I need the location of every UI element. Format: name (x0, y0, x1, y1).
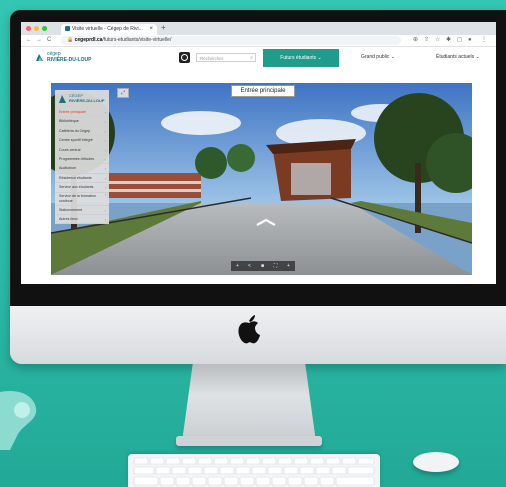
tour-menu-item[interactable]: Cours central › (55, 146, 109, 155)
minimize-window-button[interactable] (34, 26, 39, 31)
sidebar-icon[interactable]: ◻ (457, 36, 462, 45)
desk-scene: Visite virtuelle - Cégep de Rivi... × + … (0, 0, 506, 487)
apple-logo (238, 315, 260, 344)
imac-stand (182, 364, 316, 442)
chevron-right-icon: › (104, 192, 106, 197)
cegep-logo-mark-icon (59, 95, 66, 103)
accessibility-icon[interactable] (179, 52, 190, 63)
search-placeholder: Rechercher (200, 56, 224, 61)
chevron-right-icon: › (104, 216, 106, 222)
site-logo[interactable]: cégep RIVIÈRE-DU-LOUP (35, 51, 95, 65)
future-students-button[interactable]: Futurs étudiants ⌄ (263, 49, 339, 67)
chevron-right-icon: › (104, 128, 106, 134)
search-icon[interactable]: ⌕ (250, 54, 253, 63)
keyboard (128, 454, 380, 487)
nav-current-students[interactable]: Étudiants actuels ⌄ (436, 52, 480, 62)
search-input[interactable]: Rechercher ⌕ (196, 53, 256, 62)
chevron-right-icon: › (104, 138, 106, 144)
tour-menu-item[interactable]: Cafétéria du Cégep › (55, 127, 109, 137)
zoom-icon[interactable]: ⊕ (413, 36, 418, 45)
tour-menu-logo-line-2: RIVIÈRE-DU-LOUP (69, 98, 105, 103)
chevron-right-icon: › (104, 185, 106, 191)
url-path: /futurs-etudiants/visite-virtuelle/ (102, 37, 172, 43)
magic-mouse (413, 452, 459, 472)
browser-tab-virtual-tour[interactable]: Visite virtuelle - Cégep de Rivi... × (61, 24, 157, 35)
profile-avatar-icon[interactable]: ● (468, 36, 472, 45)
extensions-icon[interactable]: ✱ (446, 36, 451, 45)
expand-icon[interactable]: ⤢ (117, 88, 129, 98)
chevron-right-icon: › (104, 156, 106, 162)
location-label: Entrée principale (231, 85, 295, 97)
tour-menu-item[interactable]: Programmes d'études › (55, 155, 109, 165)
share-icon[interactable]: < (244, 261, 255, 271)
chevron-right-icon: › (104, 110, 106, 115)
imac-stand-foot (176, 436, 322, 446)
tab-title: Visite virtuelle - Cégep de Rivi... (72, 26, 143, 32)
chevron-right-icon: › (104, 147, 106, 153)
tour-menu-item[interactable]: Service de la formation continue › (55, 193, 109, 206)
bookmark-star-icon[interactable]: ☆ (435, 36, 440, 45)
tour-menu-item[interactable]: Bibliothèque › (55, 117, 109, 127)
tour-side-menu: CÉGEP RIVIÈRE-DU-LOUP Entrée principale ›… (55, 90, 109, 225)
tour-menu-item[interactable]: Service aux étudiants › (55, 183, 109, 193)
site-header: cégep RIVIÈRE-DU-LOUP Rechercher ⌕ Futur… (21, 47, 496, 69)
virtual-tour-viewer[interactable]: Entrée principale CÉGEP RIVIÈRE-DU-LOUP … (51, 83, 472, 275)
maximize-window-button[interactable] (42, 26, 47, 31)
reload-icon[interactable]: C (47, 36, 51, 45)
url-host: cegeprdl.ca (74, 37, 103, 43)
logo-line-2: RIVIÈRE-DU-LOUP (47, 57, 92, 63)
tab-close-icon[interactable]: × (149, 24, 153, 35)
tour-menu-item[interactable]: Autres lieux › (55, 215, 109, 225)
nav-general-public[interactable]: Grand public ⌄ (361, 52, 395, 62)
back-arrow-icon[interactable]: ← (26, 36, 32, 45)
zoom-in-icon[interactable]: + (232, 261, 243, 271)
new-tab-button[interactable]: + (161, 23, 166, 32)
chevron-right-icon: › (104, 166, 106, 172)
address-bar-row: ← → C 🔒 cegeprdl.ca/futurs-etudiants/vis… (21, 35, 496, 47)
chevron-right-icon: › (104, 175, 106, 181)
chevron-right-icon: › (104, 207, 106, 213)
tour-menu-item[interactable]: Stationnement › (55, 206, 109, 215)
tab-bar: Visite virtuelle - Cégep de Rivi... × + (21, 22, 496, 35)
add-icon[interactable]: + (283, 261, 294, 271)
tour-menu-item[interactable]: Résidence étudiante › (55, 174, 109, 184)
site-favicon-icon (65, 26, 70, 31)
tour-menu-list: Entrée principale › Bibliothèque › Cafétér… (55, 108, 109, 225)
chevron-right-icon: › (104, 119, 106, 125)
fullscreen-icon[interactable]: ⛶ (270, 261, 281, 271)
stop-icon[interactable]: ■ (257, 261, 268, 271)
cegep-logo-mark-icon (36, 54, 43, 61)
browser-window: Visite virtuelle - Cégep de Rivi... × + … (21, 22, 496, 284)
tour-menu-item[interactable]: Entrée principale › (55, 108, 109, 118)
panorama-image (51, 83, 472, 275)
close-window-button[interactable] (26, 26, 31, 31)
forward-arrow-icon[interactable]: → (36, 36, 42, 45)
tour-menu-item[interactable]: Centre sportif Intégré › (55, 136, 109, 146)
tour-menu-logo: CÉGEP RIVIÈRE-DU-LOUP (59, 92, 107, 106)
share-icon[interactable]: ⇧ (424, 36, 429, 45)
figurine-decoration (0, 390, 37, 450)
browser-menu-icon[interactable]: ⋮ (481, 36, 487, 45)
url-field[interactable]: 🔒 cegeprdl.ca/futurs-etudiants/visite-vi… (61, 36, 401, 45)
tour-menu-item[interactable]: Auditorium › (55, 164, 109, 174)
tour-controls-bar: + < ■ ⛶ + (231, 261, 295, 271)
